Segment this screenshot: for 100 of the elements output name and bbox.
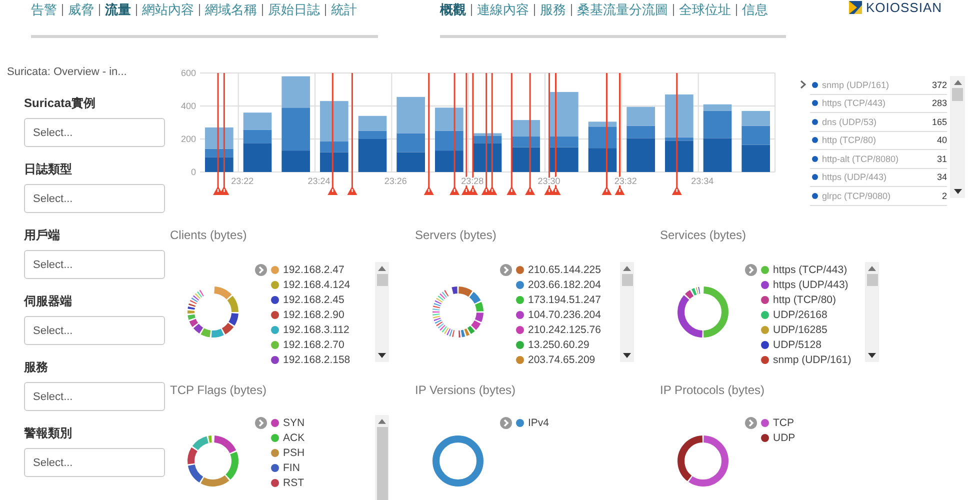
legend-label[interactable]: 192.168.4.124: [283, 278, 350, 290]
alert-marker[interactable]: [424, 73, 434, 195]
legend-label[interactable]: IPv4: [528, 416, 550, 428]
select-field[interactable]: Select...: [24, 382, 165, 411]
nav-link[interactable]: 全球位址: [679, 1, 731, 19]
chevron-icon[interactable]: [800, 80, 807, 89]
legend-label[interactable]: PSH: [283, 446, 305, 458]
chevron-icon[interactable]: [255, 417, 267, 429]
dot-icon: [812, 137, 818, 144]
filter-label: 用戶端: [24, 227, 61, 241]
legend-label[interactable]: 13.250.60.29: [528, 338, 590, 350]
chevron-icon[interactable]: [500, 417, 512, 429]
alert-marker[interactable]: [219, 73, 230, 195]
nav-link[interactable]: 統計: [331, 1, 357, 19]
legend-label[interactable]: 192.168.2.158: [283, 354, 350, 366]
dot-icon: [812, 192, 818, 199]
scrollbar[interactable]: [375, 415, 389, 500]
alert-marker[interactable]: [213, 73, 224, 195]
alert-marker[interactable]: [525, 73, 536, 195]
scroll-up-icon[interactable]: [623, 266, 631, 271]
chevron-icon[interactable]: [745, 264, 757, 276]
nav-link[interactable]: 信息: [742, 1, 768, 19]
legend-label[interactable]: 192.168.3.112: [283, 324, 350, 336]
nav-link[interactable]: 原始日誌: [268, 1, 320, 19]
service-row[interactable]: http (TCP/80) 40: [810, 132, 947, 150]
legend-label[interactable]: FIN: [283, 462, 300, 474]
scrollbar[interactable]: [620, 262, 634, 362]
legend-label[interactable]: http (TCP/80): [773, 294, 836, 306]
alert-marker[interactable]: [487, 73, 498, 195]
legend-label[interactable]: SYN: [283, 416, 305, 428]
legend-label[interactable]: 210.65.144.225: [528, 264, 601, 276]
legend-label[interactable]: 192.168.2.47: [283, 264, 344, 276]
dot-icon: [812, 82, 818, 88]
alert-marker[interactable]: [347, 73, 358, 195]
scrollbar[interactable]: [375, 262, 389, 362]
scroll-thumb[interactable]: [376, 274, 388, 286]
legend-label[interactable]: 192.168.2.45: [283, 294, 344, 306]
chevron-icon[interactable]: [255, 264, 267, 276]
legend-label[interactable]: 192.168.2.90: [283, 308, 344, 320]
chevron-icon[interactable]: [500, 264, 512, 276]
service-value: 2: [942, 190, 947, 201]
select-field[interactable]: Select...: [24, 316, 165, 345]
scroll-thumb[interactable]: [622, 274, 632, 286]
nav-link[interactable]: 流量: [105, 1, 131, 19]
alert-marker[interactable]: [506, 73, 517, 195]
service-row[interactable]: glrpc (TCP/9080) 2: [810, 187, 947, 206]
scroll-thumb[interactable]: [376, 426, 388, 500]
alert-marker[interactable]: [450, 73, 460, 195]
legend-label[interactable]: 192.168.2.70: [283, 338, 344, 350]
nav-link[interactable]: 網域名稱: [205, 1, 257, 19]
nav-link[interactable]: 概觀: [440, 1, 466, 19]
select-field[interactable]: Select...: [24, 118, 165, 147]
service-row[interactable]: snmp (UDP/161) 372: [810, 76, 947, 94]
legend-label[interactable]: 203.66.182.204: [528, 278, 601, 290]
nav-link[interactable]: 桑基流量分流圖: [577, 1, 668, 19]
scrollbar[interactable]: [950, 76, 965, 198]
nav-link[interactable]: 網站內容: [142, 1, 194, 19]
legend-label[interactable]: UDP/5128: [773, 338, 822, 350]
legend-label[interactable]: UDP: [773, 432, 796, 444]
legend-label[interactable]: TCP: [773, 416, 794, 428]
alert-marker[interactable]: [602, 73, 612, 195]
service-value: 283: [932, 98, 947, 108]
select-field[interactable]: Select...: [24, 184, 165, 213]
scroll-up-icon[interactable]: [954, 80, 962, 85]
legend-label[interactable]: https (TCP/443): [773, 264, 848, 276]
legend-label[interactable]: 210.242.125.76: [528, 324, 601, 336]
scroll-down-icon[interactable]: [868, 353, 876, 358]
scroll-thumb[interactable]: [866, 274, 878, 286]
scroll-up-icon[interactable]: [868, 266, 876, 271]
legend-label[interactable]: UDP/16285: [773, 324, 828, 336]
legend-label[interactable]: RST: [283, 476, 304, 488]
legend-label[interactable]: 203.74.65.209: [528, 354, 596, 366]
scroll-down-icon[interactable]: [378, 353, 386, 358]
scroll-down-icon[interactable]: [623, 353, 631, 358]
scroll-up-icon[interactable]: [378, 419, 386, 424]
legend-label[interactable]: ACK: [283, 432, 305, 444]
scroll-thumb[interactable]: [952, 88, 963, 101]
select-field[interactable]: Select...: [24, 250, 165, 279]
legend-label[interactable]: 173.194.51.247: [528, 294, 601, 306]
nav-link[interactable]: 連線內容: [477, 1, 529, 19]
nav-link[interactable]: 告警: [31, 1, 57, 19]
bar: [742, 126, 770, 145]
service-row[interactable]: dns (UDP/53) 165: [810, 113, 947, 132]
service-row[interactable]: http-alt (TCP/8080) 31: [810, 150, 947, 168]
scroll-up-icon[interactable]: [378, 266, 386, 271]
legend-label[interactable]: UDP/26168: [773, 308, 828, 320]
service-name: snmp (UDP/161): [822, 80, 890, 90]
chevron-icon[interactable]: [745, 417, 757, 429]
service-row[interactable]: https (TCP/443) 283: [810, 94, 947, 113]
nav-link[interactable]: 威脅: [68, 1, 94, 19]
legend-label[interactable]: snmp (UDP/161): [773, 354, 852, 366]
legend-label[interactable]: 104.70.236.204: [528, 308, 601, 320]
scrollbar[interactable]: [865, 262, 879, 362]
legend-label[interactable]: https (UDP/443): [773, 278, 848, 290]
scroll-down-icon[interactable]: [954, 189, 962, 194]
nav-link[interactable]: 服務: [540, 1, 566, 19]
dot-icon: [812, 174, 818, 180]
service-row[interactable]: https (UDP/443) 34: [810, 168, 947, 187]
alert-marker[interactable]: [672, 73, 682, 195]
select-field[interactable]: Select...: [24, 448, 165, 477]
